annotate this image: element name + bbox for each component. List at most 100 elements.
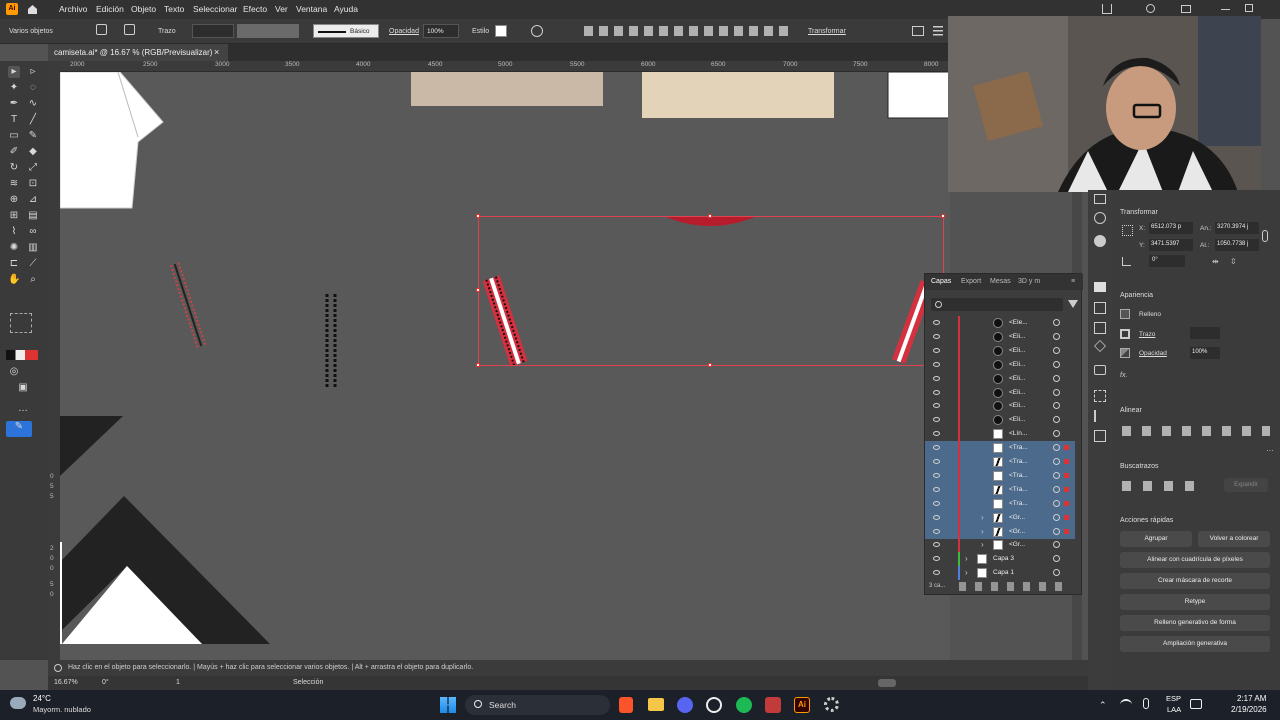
links-icon[interactable] [1094, 322, 1106, 334]
expand-button[interactable]: Expandir [1224, 478, 1268, 492]
align-pixel-grid-button[interactable]: Alinear con cuadrícula de píxeles [1120, 552, 1270, 568]
x-field[interactable]: 6512.073 p [1149, 222, 1193, 234]
gradient-icon[interactable]: ▤ [27, 210, 39, 222]
zoom-level[interactable]: 16.67% [54, 679, 78, 686]
visibility-eye-icon[interactable] [933, 389, 940, 395]
paintbrush-icon[interactable]: ✎ [27, 130, 39, 142]
network-icon[interactable] [1190, 699, 1202, 709]
selection-handle[interactable] [476, 214, 480, 218]
h-field[interactable]: 1050.7738 j [1215, 239, 1259, 251]
visibility-eye-icon[interactable] [933, 347, 940, 353]
transform-icon[interactable] [1094, 390, 1106, 402]
clock-time[interactable]: 2:17 AM [1237, 694, 1266, 703]
wifi-icon[interactable] [1120, 699, 1132, 711]
layer-row[interactable]: <Eli... [925, 357, 1075, 372]
swatches-icon[interactable] [1094, 235, 1106, 247]
variable-width-field[interactable] [237, 24, 299, 38]
target-circle-icon[interactable] [1053, 374, 1060, 382]
visibility-eye-icon[interactable] [933, 514, 940, 520]
visibility-eye-icon[interactable] [933, 403, 940, 409]
target-circle-icon[interactable] [1053, 332, 1060, 340]
tab-artboards[interactable]: Mesas [990, 278, 1011, 285]
flip-vertical-icon[interactable]: ⇳ [1230, 257, 1237, 266]
selection-indicator[interactable] [1064, 459, 1069, 464]
workspace-icon[interactable] [1181, 5, 1191, 13]
recolor-icon[interactable] [531, 25, 543, 37]
brave-icon[interactable] [619, 697, 633, 713]
layer-row[interactable]: <Eli... [925, 343, 1075, 358]
align-buttons[interactable] [1122, 426, 1270, 436]
generative-expand-button[interactable]: Ampliación generativa [1120, 636, 1270, 652]
target-circle-icon[interactable] [1053, 541, 1060, 549]
selection-handle[interactable] [476, 288, 480, 292]
reference-point-icon[interactable] [1122, 225, 1133, 236]
direct-selection-tool-icon[interactable]: ▹ [27, 66, 39, 78]
w-field[interactable]: 3270.3974 j [1215, 222, 1259, 234]
document-tab[interactable]: camiseta.ai* @ 16.67 % (RGB/Previsualiza… [48, 44, 228, 61]
panel-menu-icon[interactable] [912, 26, 924, 36]
flip-horizontal-icon[interactable]: ⇹ [1212, 257, 1219, 266]
color-mode-icon[interactable] [6, 350, 38, 360]
opacity-input[interactable]: 100% [1190, 347, 1220, 359]
visibility-eye-icon[interactable] [933, 542, 940, 548]
draw-mode-icon[interactable]: ◎ [8, 366, 20, 378]
rectangle-tool-icon[interactable]: ▭ [8, 130, 20, 142]
visibility-eye-icon[interactable] [933, 500, 940, 506]
target-circle-icon[interactable] [1053, 555, 1060, 563]
symbol-sprayer-icon[interactable]: ✺ [8, 242, 20, 254]
selection-tool-icon[interactable]: ▸ [8, 66, 20, 78]
curvature-icon[interactable]: ∿ [27, 98, 39, 110]
layer-row[interactable]: › <Gr... [925, 510, 1075, 525]
panel-options-icon[interactable]: ≡ [1071, 278, 1075, 285]
layer-actions-icons[interactable] [959, 582, 1069, 591]
properties-icon[interactable] [1094, 194, 1106, 204]
layer-row[interactable]: <Eli... [925, 413, 1075, 428]
graph-tool-icon[interactable]: ▥ [27, 242, 39, 254]
target-circle-icon[interactable] [1053, 485, 1060, 493]
visibility-eye-icon[interactable] [933, 472, 940, 478]
menu-seleccionar[interactable]: Seleccionar [193, 4, 237, 14]
generative-shape-fill-button[interactable]: Relleno generativo de forma [1120, 615, 1270, 631]
menu-texto[interactable]: Texto [164, 4, 184, 14]
clock-date[interactable]: 2/19/2026 [1231, 705, 1267, 714]
menu-efecto[interactable]: Efecto [243, 4, 267, 14]
start-icon[interactable] [440, 697, 456, 713]
minimize-icon[interactable] [1221, 9, 1230, 10]
transform-button[interactable]: Transformar [808, 28, 846, 35]
artboard-number[interactable]: 1 [176, 679, 180, 686]
align-icons[interactable] [584, 26, 794, 36]
lasso-icon[interactable]: ◌ [27, 82, 39, 94]
generative-ai-icon[interactable]: ✎ [6, 421, 32, 437]
expand-chevron-icon[interactable]: › [981, 540, 984, 549]
file-explorer-icon[interactable] [648, 698, 664, 711]
menu-edicion[interactable]: Edición [96, 4, 124, 14]
share-icon[interactable] [1102, 4, 1112, 14]
recolor-button[interactable]: Volver a colorear [1198, 531, 1270, 547]
taskbar-search-box[interactable]: Search [465, 695, 610, 715]
visibility-eye-icon[interactable] [933, 375, 940, 381]
3d-icon[interactable] [1094, 340, 1106, 352]
more-options-icon[interactable]: … [1266, 444, 1274, 453]
close-tab-icon[interactable]: × [214, 47, 219, 57]
fill-stroke-icon[interactable] [96, 24, 107, 35]
artboards-icon[interactable] [1094, 302, 1106, 314]
layer-row[interactable]: <Eli... [925, 399, 1075, 414]
visibility-eye-icon[interactable] [933, 459, 940, 464]
libraries-icon[interactable] [1094, 212, 1106, 224]
more-tools-icon[interactable]: … [17, 403, 29, 415]
layer-row[interactable]: <Eli... [925, 385, 1075, 400]
target-circle-icon[interactable] [1053, 513, 1060, 521]
maximize-icon[interactable] [1245, 4, 1253, 12]
layer-row[interactable]: <Tra... [925, 455, 1075, 469]
shaper-icon[interactable]: ✐ [8, 146, 20, 158]
visibility-eye-icon[interactable] [933, 445, 940, 451]
github-icon[interactable] [706, 697, 722, 713]
hamburger-icon[interactable] [933, 26, 943, 36]
pathfinder-buttons[interactable] [1122, 481, 1202, 491]
selection-handle[interactable] [708, 363, 712, 367]
home-icon[interactable] [27, 4, 38, 14]
tab-3d[interactable]: 3D y m [1018, 278, 1040, 285]
target-circle-icon[interactable] [1053, 346, 1060, 354]
selection-indicator[interactable] [1064, 514, 1069, 520]
selection-indicator[interactable] [1064, 500, 1069, 506]
